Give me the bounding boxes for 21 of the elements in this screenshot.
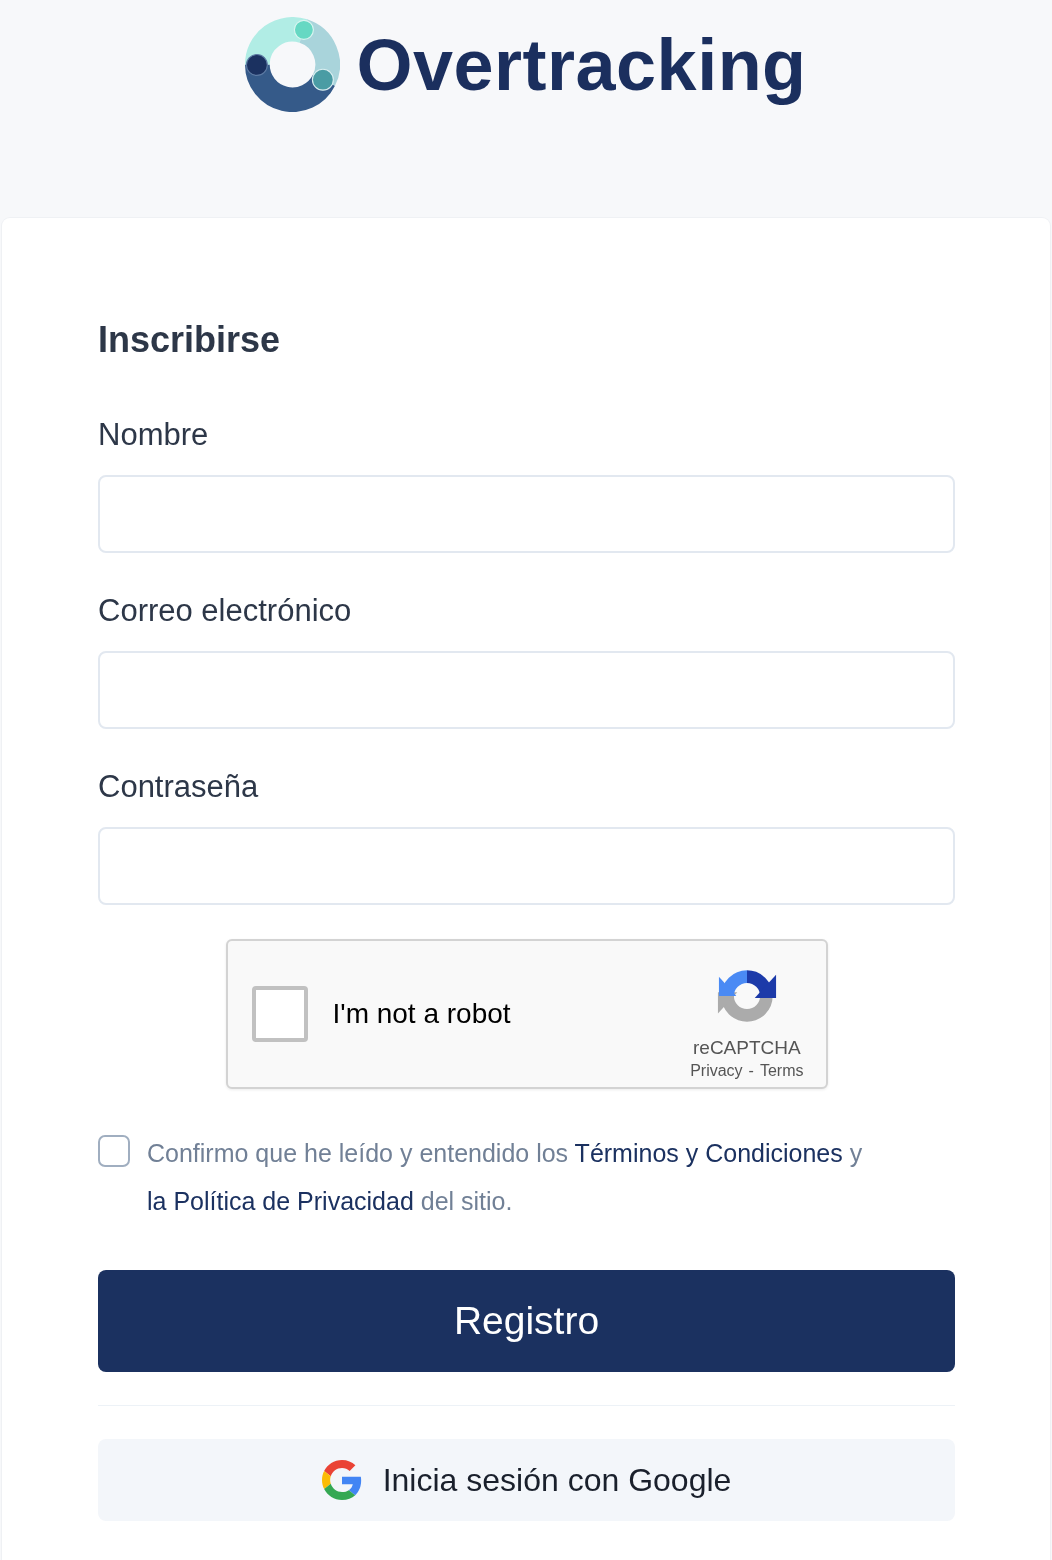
logo-icon [245,17,341,112]
consent-checkbox[interactable] [98,1135,130,1167]
separator-text: - [748,1061,754,1081]
field-label: Correo electrónico [98,593,352,629]
captcha-checkbox[interactable] [251,986,308,1042]
consent-link[interactable]: la Política de Privacidad [147,1187,414,1215]
google-sign-in-button[interactable]: Inicia sesión con Google [98,1439,955,1521]
consent-link[interactable]: Términos y Condiciones [574,1139,843,1167]
register-button[interactable]: Registro [98,1270,955,1372]
captcha-link[interactable]: Privacy [690,1061,743,1081]
captcha-label: I'm not a robot [332,998,511,1030]
input-field[interactable] [98,475,955,553]
field-label: Contraseña [98,769,259,805]
consent-text: Confirmo que he leído y entendido los Términos y Condiciones y la Política de Privacidad del sitio. [147,1138,864,1217]
captcha-brand-name: reCAPTCHA [693,1037,801,1059]
field-label: Nombre [98,417,209,453]
captcha-link[interactable]: Terms [759,1061,804,1081]
input-field[interactable] [98,651,955,729]
form-title: Inscribirse [98,318,282,362]
google-g-icon [321,1460,362,1500]
input-field[interactable] [98,827,955,905]
